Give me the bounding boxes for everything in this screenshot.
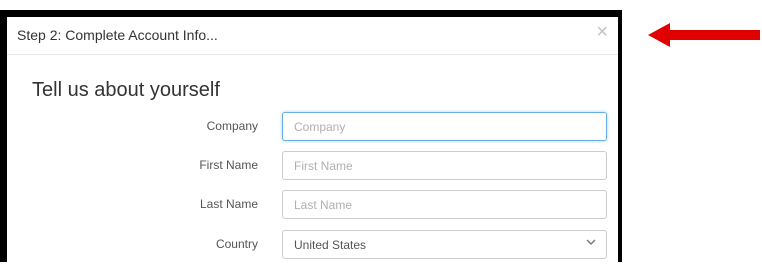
account-info-modal: Step 2: Complete Account Info... × Tell … [7, 17, 618, 265]
modal-header: Step 2: Complete Account Info... × [7, 17, 618, 55]
last-name-input[interactable]: Last Name [282, 190, 607, 219]
last-name-label: Last Name [199, 197, 258, 211]
country-select[interactable]: United States [282, 230, 607, 259]
section-heading: Tell us about yourself [32, 79, 220, 101]
last-name-row: Last Name Last Name [7, 190, 618, 220]
country-row: Country United States [7, 230, 618, 260]
last-name-placeholder: Last Name [294, 198, 353, 212]
close-icon[interactable]: × [596, 22, 608, 42]
red-arrow-icon [648, 23, 760, 47]
company-placeholder: Company [294, 120, 346, 134]
company-label: Company [206, 119, 258, 133]
first-name-label: First Name [199, 158, 258, 172]
country-value: United States [294, 238, 367, 252]
first-name-row: First Name First Name [7, 151, 618, 181]
first-name-placeholder: First Name [294, 159, 353, 173]
chevron-down-icon [586, 238, 596, 249]
modal-frame: Step 2: Complete Account Info... × Tell … [0, 10, 622, 265]
modal-title: Step 2: Complete Account Info... [17, 27, 218, 43]
company-row: Company Company [7, 112, 618, 142]
first-name-input[interactable]: First Name [282, 151, 607, 180]
company-input[interactable]: Company [282, 112, 607, 141]
country-label: Country [215, 237, 258, 251]
